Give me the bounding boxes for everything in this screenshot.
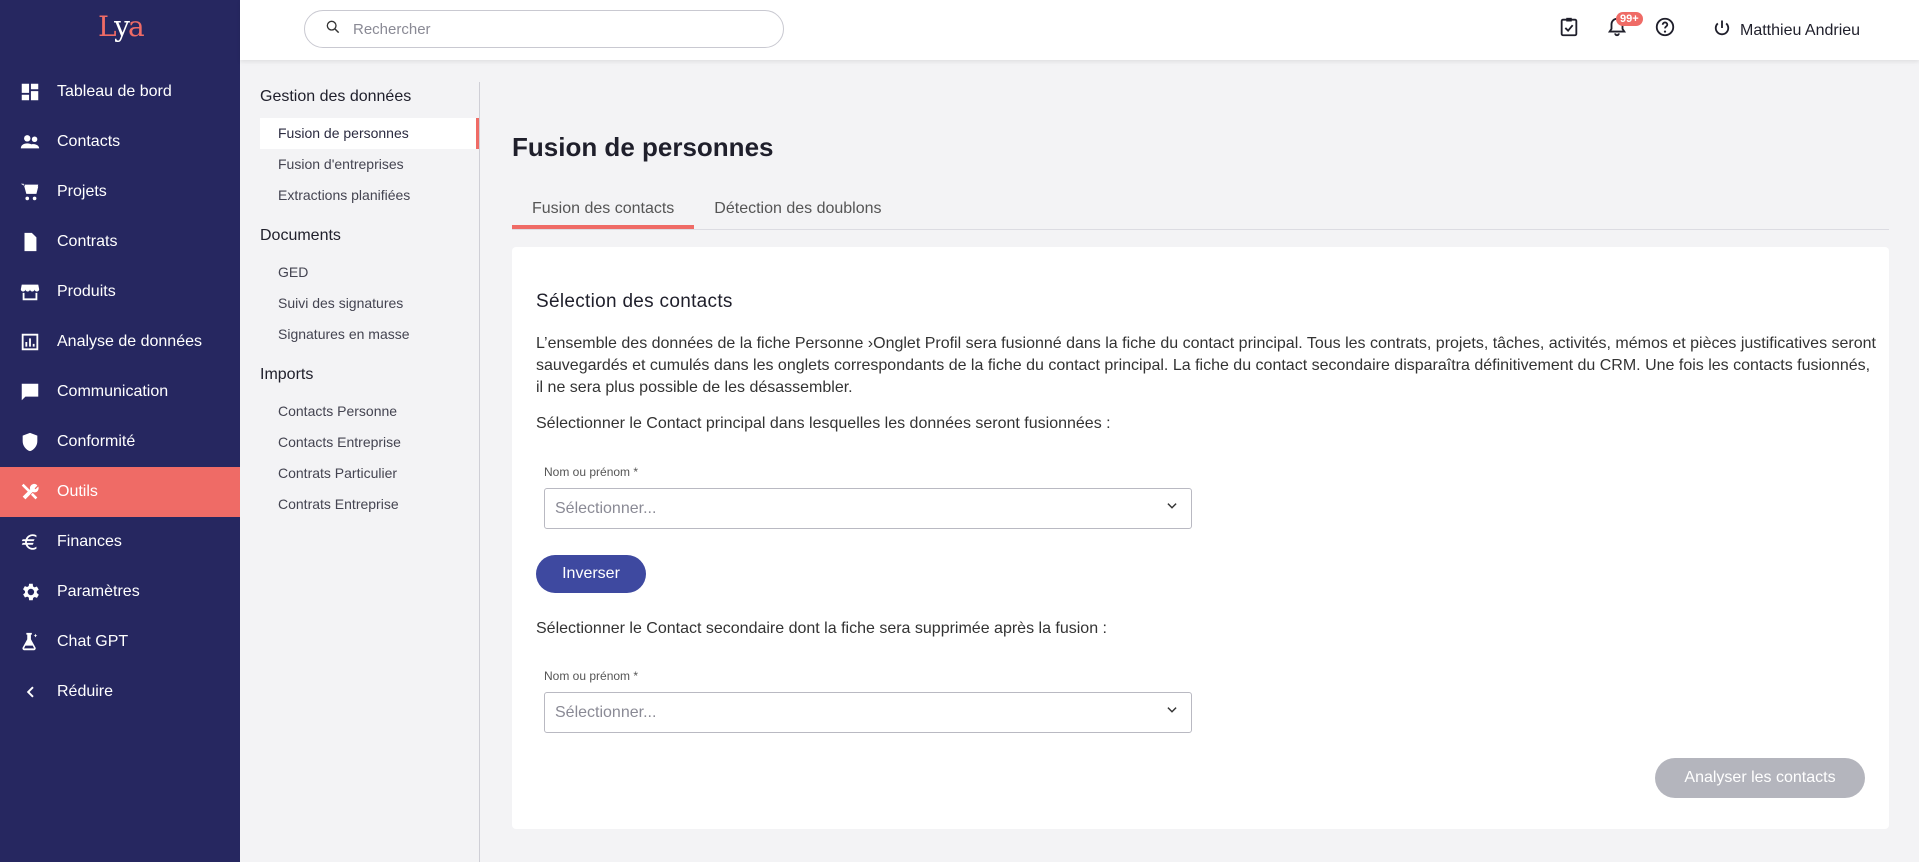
store-icon [19,281,41,303]
merge-description: L’ensemble des données de la fiche Perso… [536,335,1876,396]
subnav-link-ged[interactable]: GED [260,257,479,288]
chart-icon [19,331,41,353]
sidebar-item-label: Finances [57,533,122,550]
dashboard-icon [19,81,41,103]
subnav-group-title: Documents [260,227,341,244]
page-title: Fusion de personnes [512,132,774,162]
chevron-left-icon [19,681,41,703]
chevron-down-icon [1165,703,1179,722]
subnav-group-title: Imports [260,366,314,383]
chat-icon [19,381,41,403]
top-header: 99+ Matthieu Andrieu [240,0,1919,60]
document-icon [19,231,41,253]
subnav-group-documents: Documents GED Suivi des signatures Signa… [240,221,479,350]
app-logo[interactable]: Lya [98,10,145,43]
sidebar-item-conformite[interactable]: Conformité [0,417,240,467]
sidebar-item-produits[interactable]: Produits [0,267,240,317]
secondary-contact-select[interactable]: Sélectionner... [544,692,1192,733]
cart-icon [19,181,41,203]
subnav-link-contacts-entreprise[interactable]: Contacts Entreprise [260,427,479,458]
sidebar-item-label: Contacts [57,133,121,150]
sidebar-item-finances[interactable]: Finances [0,517,240,567]
sidebar-item-label: Paramètres [57,583,140,600]
select-placeholder: Sélectionner... [555,499,657,517]
power-icon [1712,18,1740,43]
subnav-group-title: Gestion des données [260,88,412,105]
subnav-link-fusion-entreprises[interactable]: Fusion d'entreprises [260,149,479,180]
primary-contact-select[interactable]: Sélectionner... [544,488,1192,529]
search-bar[interactable] [304,10,784,48]
sidebar-item-parametres[interactable]: Paramètres [0,567,240,617]
subnav-link-signatures-masse[interactable]: Signatures en masse [260,319,479,350]
gear-icon [19,581,41,603]
help-button[interactable] [1650,14,1680,44]
help-circle-icon [1654,16,1676,43]
sidebar-item-label: Chat GPT [57,633,129,650]
sidebar-item-label: Produits [57,283,116,300]
analyse-contacts-button[interactable]: Analyser les contacts [1655,758,1865,798]
header-actions: 99+ [1554,12,1698,44]
search-icon [325,19,341,40]
subnav-group-imports: Imports Contacts Personne Contacts Entre… [240,360,479,520]
sidebar-item-label: Projets [57,183,107,200]
subnav-group-gestion: Gestion des données Fusion de personnes … [240,82,479,211]
tab-bar: Fusion des contacts Détection des doublo… [512,192,1889,230]
sidebar-item-analyse-de-donnees[interactable]: Analyse de données [0,317,240,367]
tab-detection-doublons[interactable]: Détection des doublons [694,192,901,229]
sidebar-item-contrats[interactable]: Contrats [0,217,240,267]
euro-icon [19,531,41,553]
user-menu[interactable]: Matthieu Andrieu [1712,18,1860,43]
card-heading: Sélection des contacts [536,291,733,312]
sidebar-item-tableau-de-bord[interactable]: Tableau de bord [0,67,240,117]
flask-icon [19,631,41,653]
chevron-down-icon [1165,499,1179,518]
subnav-link-fusion-personnes[interactable]: Fusion de personnes [260,118,479,149]
sidebar-item-chat-gpt[interactable]: Chat GPT [0,617,240,667]
sidebar-collapse-button[interactable]: Réduire [0,667,240,717]
sidebar-item-projets[interactable]: Projets [0,167,240,217]
notifications-button[interactable]: 99+ [1602,12,1643,44]
select-placeholder: Sélectionner... [555,703,657,721]
subnav-link-contrats-entreprise[interactable]: Contrats Entreprise [260,489,479,520]
secondary-field-label: Nom ou prénom * [544,669,639,683]
tools-subnav: Gestion des données Fusion de personnes … [240,82,480,862]
contact-selection-card: Sélection des contacts L’ensemble des do… [512,247,1889,829]
shield-check-icon [19,431,41,453]
sidebar-item-label: Tableau de bord [57,83,172,100]
subnav-link-extractions[interactable]: Extractions planifiées [260,180,479,211]
sidebar-item-label: Conformité [57,433,136,450]
notification-badge: 99+ [1616,12,1643,26]
secondary-contact-instruction: Sélectionner le Contact secondaire dont … [536,620,1107,637]
tools-icon [19,481,41,503]
subnav-link-contacts-personne[interactable]: Contacts Personne [260,396,479,427]
sidebar-item-label: Communication [57,383,169,400]
swap-contacts-button[interactable]: Inverser [536,555,646,593]
main-nav: Tableau de bord Contacts Projets Contrat… [0,67,240,717]
sidebar-item-label: Outils [57,483,98,500]
tab-fusion-contacts[interactable]: Fusion des contacts [512,192,695,229]
subnav-link-suivi-signatures[interactable]: Suivi des signatures [260,288,479,319]
sidebar-item-contacts[interactable]: Contacts [0,117,240,167]
sidebar-item-label: Analyse de données [57,333,202,350]
sidebar-item-communication[interactable]: Communication [0,367,240,417]
search-input[interactable] [353,20,753,38]
primary-field-label: Nom ou prénom * [544,465,639,479]
people-icon [19,131,41,153]
user-name: Matthieu Andrieu [1740,21,1861,39]
sidebar: Lya Tableau de bord Contacts Projets Con… [0,0,240,862]
checkbox-task-icon [1558,16,1580,43]
sidebar-item-label: Contrats [57,233,118,250]
tasks-button[interactable] [1554,14,1584,44]
sidebar-item-outils[interactable]: Outils [0,467,240,517]
primary-contact-instruction: Sélectionner le Contact principal dans l… [536,415,1111,432]
sidebar-item-label: Réduire [57,683,114,700]
subnav-link-contrats-particulier[interactable]: Contrats Particulier [260,458,479,489]
